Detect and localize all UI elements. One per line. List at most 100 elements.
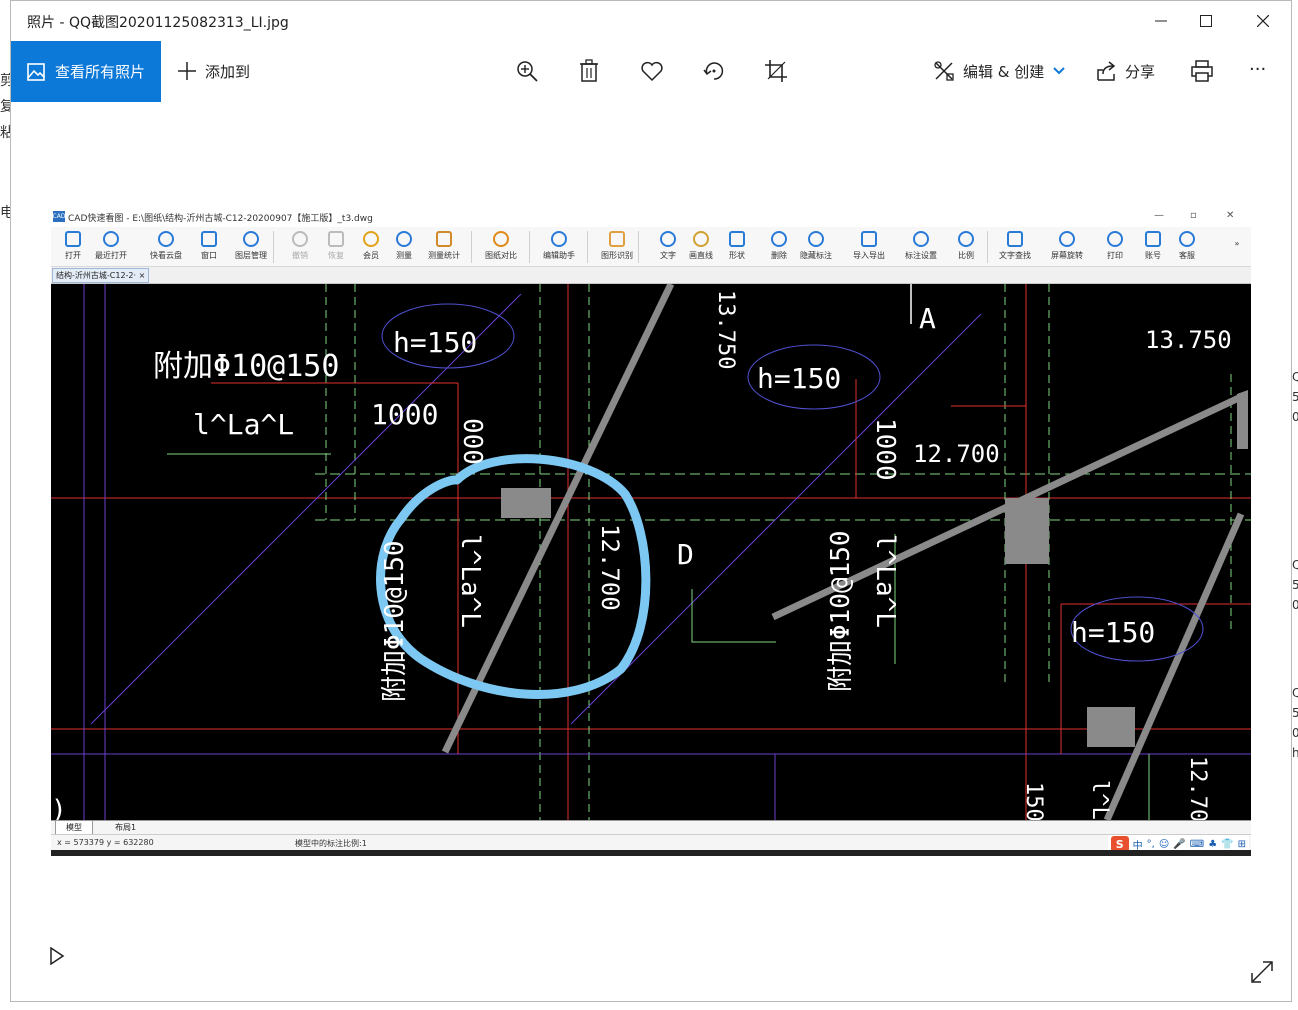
ime-item: 🎤 [1173,838,1186,850]
cad-tool-label: 撤销 [292,251,308,260]
cad-window-title: CAD快速看图 - E:\图纸\结构-沂州古城-C12-20200907【施工版… [68,214,373,224]
cad-doc-tab-label: 结构-沂州古城-C12-2· [56,271,137,280]
ime-item: ♣ [1208,838,1218,850]
edge-text: 5 [1292,578,1298,592]
text-A: A [919,302,936,335]
cad-bottom-edge [51,850,1251,856]
minimize-icon [1155,20,1167,22]
cad-tool-label: 文字查找 [999,251,1031,260]
add-to-label: 添加到 [205,62,251,81]
window-title: 照片 - QQ截图20201125082313_LI.jpg [27,15,289,31]
rotate-button[interactable] [700,57,728,85]
slideshow-button[interactable] [49,946,65,969]
edge-text: 0 [1292,410,1298,424]
cad-tool-measure-stats: 测量统计 [424,231,464,261]
cad-doc-tabs: 结构-沂州古城-C12-2· × [51,267,1251,284]
tab-layout1: 布局1 [115,823,137,832]
cad-tool-undo: 撤销 [280,231,320,261]
crop-button[interactable] [762,57,790,85]
text-lala-4: l^L [1087,780,1112,820]
ime-item: ⊞ [1237,838,1246,850]
ime-item: ☺ [1158,838,1170,850]
text-h-1: h=150 [393,326,477,359]
cad-tool-label: 图形识别 [601,251,633,260]
cad-tool-label: 客服 [1179,251,1195,260]
annotation-settings-icon [913,231,929,247]
measure-stats-icon [436,231,452,247]
edit-helper-icon [551,231,567,247]
cad-tool-layers: 图层管理 [231,231,271,261]
cad-toolbar: 打开 最近打开 快看云盘 窗口 图层管理 撤销 恢复 会员 测量 测量统计 图纸对比 编辑助手 图形识别… [51,227,1251,267]
share-button[interactable]: 分享 [1095,57,1155,85]
add-to-button[interactable]: 添加到 [177,57,250,85]
cad-tool-annotation-settings: 标注设置 [901,231,941,261]
text-12700-c: 12.700 [1185,756,1210,820]
view-all-photos-button[interactable]: 查看所有照片 [11,41,161,102]
toolbar-separator [987,231,988,263]
import-export-icon [861,231,877,247]
play-icon [50,946,65,966]
text-13750-b: 13.750 [1145,326,1232,354]
cad-tool-label: 打开 [65,251,81,260]
eye-hide-icon [808,231,824,247]
zoom-in-button[interactable] [513,57,541,85]
text-1000-c: 1000 [870,418,900,481]
cad-tool-eye-hide: 隐藏标注 [796,231,836,261]
text-lala-1: l^La^L [193,408,294,441]
print-button[interactable] [1188,57,1216,85]
cad-tool-clock: 最近打开 [91,231,131,261]
photo-icon [27,62,45,81]
text-h-2: h=150 [757,362,841,395]
chevron-down-icon [1053,67,1065,75]
photo-viewport: CAD CAD快速看图 - E:\图纸\结构-沂州古城-C12-20200907… [51,207,1251,856]
edge-text: 0 [1292,726,1298,740]
cad-tool-line: 画直线 [681,231,721,261]
fullscreen-button[interactable] [1249,959,1275,989]
toolbar-separator [273,231,274,263]
edit-create-icon [934,61,954,81]
eraser-icon [771,231,787,247]
cad-tool-edit-helper: 编辑助手 [539,231,579,261]
command-bar: 查看所有照片 添加到 编辑 & 创建 分享 ··· [11,41,1291,103]
cad-title-bar: CAD CAD快速看图 - E:\图纸\结构-沂州古城-C12-20200907… [51,207,1251,227]
text-D: D [677,538,694,571]
plus-icon [178,62,196,80]
edge-text: 复 [0,99,10,115]
cad-tool-ruler: 测量 [384,231,424,261]
more-button[interactable]: ··· [1249,55,1266,83]
crop-icon [765,60,787,82]
trash-icon [580,59,598,82]
toolbar-separator [587,231,588,263]
text-lala-2: l^La^L [455,534,485,628]
favorite-button[interactable] [638,57,666,85]
vip-icon [363,231,379,247]
cad-tool-folder: 打开 [53,231,93,261]
layers-icon [243,231,259,247]
text-icon [660,231,676,247]
cad-tool-text-search: 文字查找 [995,231,1035,261]
delete-button[interactable] [575,57,603,85]
cad-tool-label: 窗口 [201,251,217,260]
cad-tool-redo: 恢复 [316,231,356,261]
ime-item: 👕 [1221,838,1234,850]
cad-tool-window: 窗口 [189,231,229,261]
cad-toolbar-more: » [1234,239,1240,248]
ime-item: ⌨ [1189,838,1205,850]
cad-tool-rotate-screen: 屏幕旋转 [1047,231,1087,261]
share-label: 分享 [1125,62,1156,81]
cad-logo: CAD [52,211,66,222]
printer-icon [1191,60,1213,82]
cad-tool-label: 隐藏标注 [800,251,832,260]
cad-tool-label: 打印 [1107,251,1123,260]
clock-icon [103,231,119,247]
maximize-button[interactable] [1178,1,1234,41]
printer-icon [1107,231,1123,247]
text-150: 150 [1021,782,1046,820]
edge-text: 0 [1292,598,1298,612]
shape-recognize-icon [609,231,625,247]
close-button[interactable] [1235,1,1291,41]
cad-tool-cloud: 快看云盘 [146,231,186,261]
text-12700-a: 12.700 [913,440,1000,468]
text-fujia-1: 附加Φ10@150 [153,349,339,384]
edit-create-button[interactable]: 编辑 & 创建 [933,57,1066,85]
